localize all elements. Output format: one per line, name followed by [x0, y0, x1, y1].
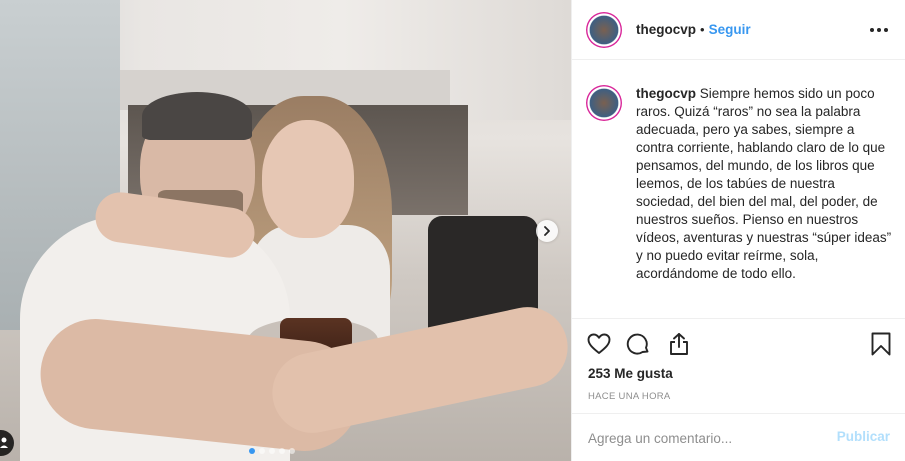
caption-text-block: thegocvp Siempre hemos sido un poco raro…	[636, 85, 892, 283]
photo-woman-face	[262, 120, 354, 238]
comment-button[interactable]	[625, 331, 651, 357]
caption-text: Siempre hemos sido un poco raros. Quizá …	[636, 86, 892, 281]
carousel-indicator	[249, 448, 295, 454]
caption-comment: thegocvp Siempre hemos sido un poco raro…	[586, 85, 892, 283]
carousel-dot	[259, 448, 265, 454]
bookmark-icon	[871, 332, 891, 356]
share-icon	[670, 333, 688, 355]
carousel-dot	[269, 448, 275, 454]
action-bar	[572, 318, 905, 370]
carousel-dot-active	[249, 448, 255, 454]
like-button[interactable]	[586, 331, 612, 357]
post-side-panel: thegocvp • Seguir thegocvp Siempre hemos…	[571, 0, 905, 461]
follow-button[interactable]: Seguir	[709, 22, 751, 37]
chevron-right-icon	[544, 226, 550, 236]
photo-man-cap	[142, 92, 252, 140]
heart-icon	[587, 333, 611, 354]
caption-avatar[interactable]	[586, 85, 622, 121]
publish-button[interactable]: Publicar	[837, 429, 890, 444]
add-comment-section: Publicar	[572, 413, 905, 461]
carousel-dot	[279, 448, 285, 454]
comment-input[interactable]	[588, 428, 818, 448]
more-horizontal-icon	[870, 28, 874, 32]
carousel-next-button[interactable]	[536, 220, 558, 242]
post-photo[interactable]	[0, 0, 571, 461]
caption-area: thegocvp Siempre hemos sido un poco raro…	[572, 60, 905, 318]
post-timestamp[interactable]: HACE UNA HORA	[588, 391, 671, 402]
likes-count[interactable]: 253 Me gusta	[588, 366, 673, 381]
username-link[interactable]: thegocvp	[636, 22, 696, 37]
avatar[interactable]	[586, 11, 622, 48]
more-options-button[interactable]	[870, 22, 888, 38]
save-button[interactable]	[868, 331, 894, 357]
user-tag-button[interactable]	[0, 430, 14, 456]
carousel-dot	[289, 448, 295, 454]
share-button[interactable]	[666, 331, 692, 357]
caption-username-link[interactable]: thegocvp	[636, 86, 696, 101]
comment-icon	[626, 333, 649, 355]
header-separator: •	[700, 22, 705, 37]
post-header: thegocvp • Seguir	[572, 0, 905, 60]
user-tag-icon	[0, 437, 8, 448]
